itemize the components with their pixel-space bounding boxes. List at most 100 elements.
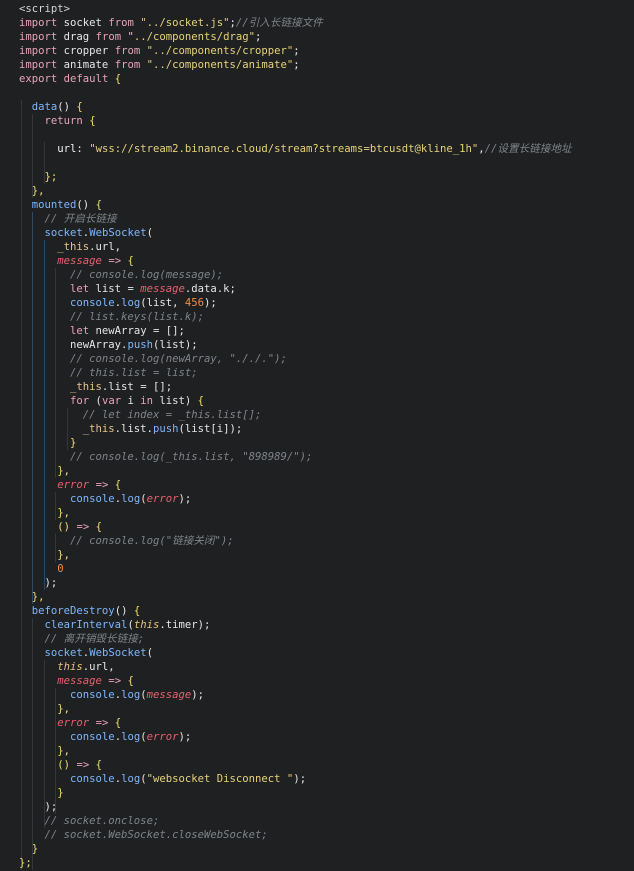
code-line[interactable]: console.log(list, 456);: [0, 296, 634, 310]
code-token: }: [57, 787, 64, 799]
code-editor[interactable]: <script> import socket from "../socket.js…: [0, 0, 634, 871]
code-line[interactable]: message => {: [0, 674, 634, 688]
code-token: .list = [];: [101, 381, 173, 393]
code-line[interactable]: clearInterval(this.timer);: [0, 618, 634, 632]
code-line[interactable]: socket.WebSocket(: [0, 226, 634, 240]
code-line[interactable]: data() {: [0, 100, 634, 114]
code-line[interactable]: () => {: [0, 520, 634, 534]
code-line[interactable]: () => {: [0, 758, 634, 772]
code-line[interactable]: url: "wss://stream2.binance.cloud/stream…: [0, 142, 634, 156]
code-token: message: [140, 283, 185, 295]
code-line[interactable]: message => {: [0, 254, 634, 268]
code-line[interactable]: _this.list.push(list[i]);: [0, 422, 634, 436]
code-line[interactable]: // console.log(message);: [0, 268, 634, 282]
code-line[interactable]: );: [0, 800, 634, 814]
code-line[interactable]: }: [0, 842, 634, 856]
code-line[interactable]: this.url,: [0, 660, 634, 674]
code-token: from: [95, 31, 122, 43]
code-token: =>: [108, 675, 122, 687]
code-line[interactable]: let list = message.data.k;: [0, 282, 634, 296]
code-line[interactable]: console.log(message);: [0, 688, 634, 702]
code-line[interactable]: // 开启长链接: [0, 212, 634, 226]
code-line[interactable]: );: [0, 576, 634, 590]
code-line[interactable]: import drag from "../components/drag";: [0, 30, 634, 44]
code-line[interactable]: },: [0, 548, 634, 562]
code-token: {: [114, 73, 122, 85]
code-line[interactable]: // 离开销毁长链接;: [0, 632, 634, 646]
code-line[interactable]: console.log(error);: [0, 492, 634, 506]
code-line[interactable]: // this.list = list;: [0, 366, 634, 380]
code-line[interactable]: }: [0, 786, 634, 800]
code-line[interactable]: },: [0, 590, 634, 604]
code-token: console: [70, 731, 115, 743]
code-line[interactable]: // console.log(_this.list, "898989/");: [0, 450, 634, 464]
code-line[interactable]: },: [0, 506, 634, 520]
code-line[interactable]: // console.log(newArray, "././.");: [0, 352, 634, 366]
code-line[interactable]: import animate from "../components/anima…: [0, 58, 634, 72]
code-line[interactable]: mounted() {: [0, 198, 634, 212]
code-line[interactable]: _this.list = [];: [0, 380, 634, 394]
code-line[interactable]: console.log("websocket Disconnect ");: [0, 772, 634, 786]
code-line[interactable]: error => {: [0, 716, 634, 730]
code-token: {: [133, 605, 141, 617]
code-line[interactable]: <script>: [0, 2, 634, 16]
code-line[interactable]: beforeDestroy() {: [0, 604, 634, 618]
code-line[interactable]: },: [0, 464, 634, 478]
code-line[interactable]: }: [0, 436, 634, 450]
code-line[interactable]: };: [0, 170, 634, 184]
code-line[interactable]: export default {: [0, 72, 634, 86]
code-token: "../socket.js": [140, 17, 230, 29]
code-line[interactable]: let newArray = [];: [0, 324, 634, 338]
code-token: mounted: [31, 199, 77, 211]
code-token: (list[i]);: [178, 423, 243, 435]
code-line[interactable]: },: [0, 702, 634, 716]
code-token: import: [19, 17, 58, 29]
code-line[interactable]: // let index = _this.list[];: [0, 408, 634, 422]
code-line[interactable]: // console.log("链接关闭");: [0, 534, 634, 548]
code-token: // console.log(message);: [70, 269, 224, 281]
code-line[interactable]: import cropper from "../components/cropp…: [0, 44, 634, 58]
code-token: {: [127, 675, 134, 687]
code-line[interactable]: // socket.WebSocket.closeWebSocket;: [0, 828, 634, 842]
code-token: },: [57, 745, 71, 757]
code-line[interactable]: 0: [0, 562, 634, 576]
code-token: // 离开销毁长链接;: [44, 633, 145, 645]
code-line[interactable]: },: [0, 744, 634, 758]
code-token: message: [146, 689, 192, 701]
code-token: =>: [76, 521, 90, 533]
code-token: );: [293, 773, 307, 785]
code-line[interactable]: },: [0, 184, 634, 198]
code-token: let: [70, 325, 90, 337]
code-line[interactable]: [0, 128, 634, 142]
code-line[interactable]: error => {: [0, 478, 634, 492]
code-line[interactable]: import socket from "../socket.js";//引入长链…: [0, 16, 634, 30]
code-line[interactable]: console.log(error);: [0, 730, 634, 744]
code-line[interactable]: newArray.push(list);: [0, 338, 634, 352]
code-line[interactable]: _this.url,: [0, 240, 634, 254]
code-line[interactable]: // socket.onclose;: [0, 814, 634, 828]
code-token: "../components/animate": [146, 59, 294, 71]
code-line[interactable]: [0, 156, 634, 170]
code-line[interactable]: socket.WebSocket(: [0, 646, 634, 660]
code-line[interactable]: return {: [0, 114, 634, 128]
code-line[interactable]: };: [0, 856, 634, 870]
code-token: i: [121, 395, 141, 407]
code-token: // list.keys(list.k);: [70, 311, 204, 323]
code-line[interactable]: // list.keys(list.k);: [0, 310, 634, 324]
code-token: import: [19, 59, 58, 71]
code-line[interactable]: for (var i in list) {: [0, 394, 634, 408]
code-line[interactable]: [0, 86, 634, 100]
